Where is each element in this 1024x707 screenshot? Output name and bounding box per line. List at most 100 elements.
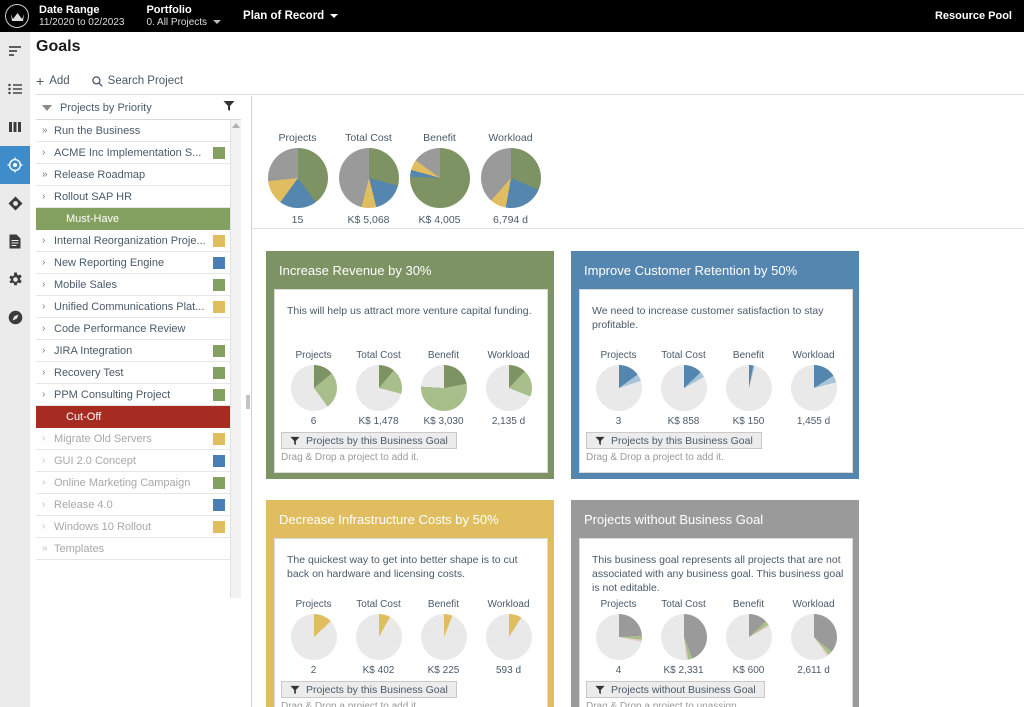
expand-chevron-icon[interactable]: ›: [42, 235, 54, 246]
card-kpi: Benefit K$ 225: [411, 599, 476, 676]
expand-chevron-icon[interactable]: ›: [42, 477, 54, 488]
expand-chevron-icon[interactable]: ›: [42, 521, 54, 532]
expand-chevron-icon[interactable]: ›: [42, 191, 54, 202]
scroll-up-icon[interactable]: [232, 123, 240, 128]
document-icon[interactable]: [0, 222, 30, 260]
collapse-menu-icon[interactable]: [0, 32, 30, 70]
funnel-icon: [595, 685, 605, 695]
goal-card[interactable]: Projects without Business Goal This busin…: [571, 500, 859, 707]
project-list-item[interactable]: » Templates: [36, 538, 241, 560]
compass-icon[interactable]: [0, 298, 30, 336]
card-pie-chart: [660, 365, 707, 411]
card-kpi: Projects 2: [281, 599, 346, 676]
card-kpi: Projects 3: [586, 350, 651, 427]
expand-chevron-icon[interactable]: »: [42, 169, 54, 180]
project-group-header[interactable]: Must-Have: [36, 208, 241, 230]
project-list-item[interactable]: › New Reporting Engine: [36, 252, 241, 274]
expand-chevron-icon[interactable]: ›: [42, 301, 54, 312]
project-panel-header[interactable]: Projects by Priority: [36, 96, 241, 120]
project-list-item[interactable]: › JIRA Integration: [36, 340, 241, 362]
summary-pie-chart: [480, 148, 541, 208]
project-list-item[interactable]: › Online Marketing Campaign: [36, 472, 241, 494]
card-kpi-value: K$ 1,478: [358, 416, 399, 427]
project-list-item[interactable]: » Release Roadmap: [36, 164, 241, 186]
card-pie-chart: [660, 614, 707, 660]
project-list-item[interactable]: › PPM Consulting Project: [36, 384, 241, 406]
expand-chevron-icon[interactable]: ›: [42, 147, 54, 158]
search-project-label: Search Project: [107, 75, 184, 87]
project-list-item[interactable]: › Internal Reorganization Proje...: [36, 230, 241, 252]
project-list[interactable]: » Run the Business › ACME Inc Implementatio…: [36, 120, 241, 598]
project-list-item[interactable]: › Unified Communications Plat...: [36, 296, 241, 318]
target-icon[interactable]: [0, 146, 30, 184]
card-kpi: Projects 6: [281, 350, 346, 427]
funnel-icon[interactable]: [223, 99, 235, 117]
card-kpi-value: K$ 2,331: [663, 665, 704, 676]
card-kpi-value: 2,611 d: [797, 665, 830, 676]
card-title: Decrease Infrastructure Costs by 50%: [279, 512, 499, 527]
card-pie-chart: [420, 614, 467, 660]
card-kpi-value: 593 d: [495, 665, 522, 676]
project-list-item[interactable]: › Rollout SAP HR: [36, 186, 241, 208]
card-filter-button[interactable]: Projects without Business Goal: [586, 681, 765, 698]
expand-chevron-icon[interactable]: ›: [42, 367, 54, 378]
card-kpi: Workload 2,611 d: [781, 599, 846, 676]
columns-icon[interactable]: [0, 108, 30, 146]
gear-icon[interactable]: [0, 260, 30, 298]
page-container: Goals + Add Search Project Projects by P…: [30, 32, 1024, 707]
splitter-grip[interactable]: [246, 394, 250, 409]
card-filter-button[interactable]: Projects by this Business Goal: [586, 432, 762, 449]
expand-chevron-icon[interactable]: ›: [42, 455, 54, 466]
chevron-down-icon[interactable]: [330, 13, 339, 18]
card-description: This will help us attract more venture c…: [287, 305, 532, 317]
project-list-item[interactable]: › Mobile Sales: [36, 274, 241, 296]
date-range-label: Date Range: [39, 3, 100, 16]
project-list-item[interactable]: › Release 4.0: [36, 494, 241, 516]
card-pie-chart: [355, 614, 402, 660]
funnel-icon: [595, 436, 605, 446]
project-list-item[interactable]: › Windows 10 Rollout: [36, 516, 241, 538]
card-drop-hint: Drag & Drop a project to unassign.: [586, 701, 740, 707]
expand-chevron-icon[interactable]: ›: [42, 499, 54, 510]
add-button[interactable]: + Add: [36, 74, 70, 88]
card-pie-chart: [290, 365, 337, 411]
card-filter-button[interactable]: Projects by this Business Goal: [281, 681, 457, 698]
project-list-item[interactable]: › ACME Inc Implementation S...: [36, 142, 241, 164]
summary-kpi: Projects 15: [262, 132, 333, 226]
card-filter-button[interactable]: Projects by this Business Goal: [281, 432, 457, 449]
project-list-item[interactable]: › Code Performance Review: [36, 318, 241, 340]
card-drop-hint: Drag & Drop a project to add it.: [281, 452, 419, 463]
project-list-item[interactable]: › GUI 2.0 Concept: [36, 450, 241, 472]
project-group-header[interactable]: Cut-Off: [36, 406, 241, 428]
project-list-item[interactable]: » Run the Business: [36, 120, 241, 142]
expand-chevron-icon[interactable]: ›: [42, 323, 54, 334]
project-list-item[interactable]: › Migrate Old Servers: [36, 428, 241, 450]
diamond-icon[interactable]: [0, 184, 30, 222]
project-color-swatch: [213, 520, 225, 533]
crown-logo-icon[interactable]: [5, 4, 29, 28]
expand-chevron-icon[interactable]: ›: [42, 257, 54, 268]
portfolio-control[interactable]: Portfolio 0. All Projects: [146, 4, 222, 28]
card-kpi: Workload 2,135 d: [476, 350, 541, 427]
goal-card[interactable]: Decrease Infrastructure Costs by 50% The …: [266, 500, 554, 707]
plan-of-record-menu[interactable]: Plan of Record: [243, 10, 339, 22]
card-kpi-label: Benefit: [732, 350, 765, 361]
expand-chevron-icon[interactable]: ›: [42, 389, 54, 400]
project-name: GUI 2.0 Concept: [54, 454, 136, 467]
search-project-button[interactable]: Search Project: [91, 75, 184, 87]
resource-pool-link[interactable]: Resource Pool: [935, 10, 1012, 22]
date-range-control[interactable]: Date Range 11/2020 to 02/2023: [39, 4, 124, 28]
expand-chevron-icon[interactable]: »: [42, 125, 54, 136]
expand-chevron-icon[interactable]: ›: [42, 433, 54, 444]
goal-card[interactable]: Improve Customer Retention by 50% We need…: [571, 251, 859, 479]
chevron-down-icon[interactable]: [213, 20, 222, 25]
project-list-item[interactable]: › Recovery Test: [36, 362, 241, 384]
expand-chevron-icon[interactable]: »: [42, 543, 54, 554]
expand-chevron-icon[interactable]: ›: [42, 345, 54, 356]
plus-icon: +: [36, 73, 45, 89]
chevron-down-icon[interactable]: [42, 104, 52, 111]
project-list-scrollbar[interactable]: [230, 120, 241, 598]
expand-chevron-icon[interactable]: ›: [42, 279, 54, 290]
goal-card[interactable]: Increase Revenue by 30% This will help us…: [266, 251, 554, 479]
list-icon[interactable]: [0, 70, 30, 108]
